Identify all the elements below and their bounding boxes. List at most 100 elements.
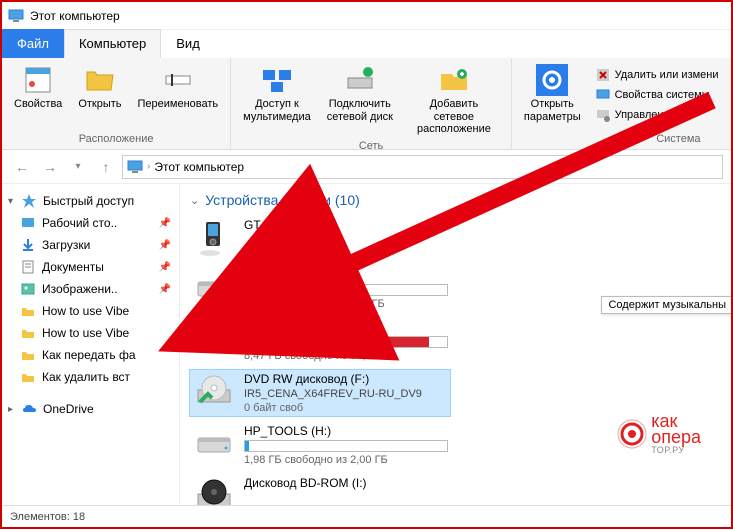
item-icon	[20, 259, 36, 275]
address-field[interactable]: › Этот компьютер	[122, 155, 723, 179]
add-network-icon	[438, 64, 470, 96]
drive-free: 8,47 ГБ свободно из 95,0 ГБ	[244, 350, 448, 362]
group-location-label: Расположение	[79, 133, 154, 145]
drive-item[interactable]: ten (C:)75,4 ГБ свободно из 133 ГБ	[190, 266, 450, 312]
drive-item[interactable]: Дисковод BD-ROM (I:)	[190, 474, 450, 505]
uninstall-icon	[595, 67, 611, 83]
address-bar: ← → ▾ ↑ › Этот компьютер	[2, 150, 731, 184]
open-button[interactable]: Открыть	[74, 62, 125, 113]
sidebar-item-label: Изображени..	[42, 282, 118, 296]
sidebar-item[interactable]: Изображени.. 📌	[2, 278, 179, 300]
pc-icon	[127, 159, 143, 175]
map-drive-button[interactable]: Подключить сетевой диск	[323, 62, 397, 125]
status-bar: Элементов: 18	[2, 505, 731, 527]
sidebar-onedrive[interactable]: ▸ OneDrive	[2, 398, 179, 420]
drive-icon	[192, 320, 236, 360]
usage-bar	[244, 284, 448, 296]
caret-down-icon: ⌄	[190, 194, 199, 207]
drive-item[interactable]: DVD RW дисковод (F:) IR5_CENA_X64FREV_RU-…	[190, 370, 450, 416]
item-count: Элементов: 18	[10, 511, 85, 523]
pin-icon: 📌	[159, 218, 171, 229]
sidebar-item[interactable]: How to use Vibe	[2, 322, 179, 344]
content-pane: ⌄ Устройства и диски (10) GT-I8160 ten (C…	[180, 184, 731, 505]
drive-name: DVD RW дисковод (F:)	[244, 372, 448, 386]
open-settings-button[interactable]: Открыть параметры	[520, 62, 585, 125]
sidebar-item-label: Документы	[42, 260, 104, 274]
sidebar-item[interactable]: Загрузки 📌	[2, 234, 179, 256]
drive-name: GT-I8160	[244, 218, 448, 232]
nav-up-button[interactable]: ↑	[94, 155, 118, 179]
item-icon	[20, 369, 36, 385]
pin-icon: 📌	[159, 284, 171, 295]
drive-item[interactable]: store (E:)8,47 ГБ свободно из 95,0 ГБ	[190, 318, 450, 364]
nav-history-button[interactable]: ▾	[66, 155, 90, 179]
ribbon-tabs: Файл Компьютер Вид	[2, 30, 731, 58]
watermark: как опера ТОР.РУ	[617, 413, 701, 455]
ribbon-group-system: Открыть параметры Удалить или измени Сво…	[512, 58, 729, 149]
pin-icon: 📌	[159, 262, 171, 273]
rename-button[interactable]: Переименовать	[134, 62, 223, 113]
sidebar-item[interactable]: How to use Vibe	[2, 300, 179, 322]
caret-right-icon: ▸	[8, 404, 13, 415]
devices-section-header[interactable]: ⌄ Устройства и диски (10)	[190, 192, 721, 208]
drive-icon	[192, 424, 236, 464]
sidebar-item-label: Как удалить вст	[42, 370, 130, 384]
sidebar-item-label: How to use Vibe	[42, 304, 129, 318]
sidebar-item[interactable]: Как передать фа	[2, 344, 179, 366]
ribbon: Свойства Открыть Переименовать Расположе…	[2, 58, 731, 150]
sidebar-item[interactable]: Как удалить вст	[2, 366, 179, 388]
sidebar: ▾ Быстрый доступ Рабочий сто.. 📌 Загрузки 📌…	[2, 184, 180, 505]
item-icon	[20, 325, 36, 341]
item-icon	[20, 347, 36, 363]
drive-icon	[192, 372, 236, 412]
add-network-button[interactable]: Добавить сетевое расположение	[405, 62, 503, 138]
breadcrumb-arrow-icon: ›	[147, 161, 150, 172]
nav-back-button[interactable]: ←	[10, 155, 34, 179]
address-path: Этот компьютер	[154, 160, 244, 174]
uninstall-button[interactable]: Удалить или измени	[593, 66, 721, 84]
explorer-body: ▾ Быстрый доступ Рабочий сто.. 📌 Загрузки 📌…	[2, 184, 731, 505]
watermark-icon	[617, 419, 647, 449]
drive-free: 0 байт своб	[244, 402, 448, 414]
drive-free: 1,98 ГБ свободно из 2,00 ГБ	[244, 454, 448, 466]
sidebar-quick-access[interactable]: ▾ Быстрый доступ	[2, 190, 179, 212]
item-icon	[20, 237, 36, 253]
drive-name: HP_TOOLS (H:)	[244, 424, 448, 438]
sidebar-item-label: Загрузки	[42, 238, 90, 252]
sidebar-item-label: How to use Vibe	[42, 326, 129, 340]
sidebar-item-label: Рабочий сто..	[42, 216, 117, 230]
properties-icon	[22, 64, 54, 96]
drive-item[interactable]: GT-I8160	[190, 216, 450, 260]
drive-icon	[192, 476, 236, 505]
manage-button[interactable]: Управление	[593, 106, 721, 124]
group-network-label: Сеть	[359, 140, 383, 152]
ribbon-group-network: Доступ к мультимедиа Подключить сетевой …	[231, 58, 512, 149]
sysprops-icon	[595, 87, 611, 103]
tab-file[interactable]: Файл	[2, 29, 64, 58]
tab-view[interactable]: Вид	[161, 29, 215, 58]
settings-icon	[536, 64, 568, 96]
map-drive-icon	[344, 64, 376, 96]
system-properties-button[interactable]: Свойства системы	[593, 86, 721, 104]
tab-computer[interactable]: Компьютер	[64, 29, 161, 58]
folder-open-icon	[84, 64, 116, 96]
pin-icon: 📌	[159, 240, 171, 251]
properties-button[interactable]: Свойства	[10, 62, 66, 113]
drive-item[interactable]: HP_TOOLS (H:) 1,98 ГБ свободно из 2,00 ГБ	[190, 422, 450, 468]
drives-grid: GT-I8160 ten (C:)75,4 ГБ свободно из 133 …	[190, 216, 721, 505]
sidebar-item[interactable]: Рабочий сто.. 📌	[2, 212, 179, 234]
sidebar-item[interactable]: Документы 📌	[2, 256, 179, 278]
nav-forward-button[interactable]: →	[38, 155, 62, 179]
drive-subtitle: IR5_CENA_X64FREV_RU-RU_DV9	[244, 388, 448, 400]
rename-icon	[162, 64, 194, 96]
media-access-button[interactable]: Доступ к мультимедиа	[239, 62, 315, 125]
item-icon	[20, 215, 36, 231]
sidebar-item-label: Как передать фа	[42, 348, 136, 362]
title-bar: Этот компьютер	[2, 2, 731, 30]
drive-icon	[192, 218, 236, 258]
star-icon	[21, 193, 37, 209]
drive-icon	[192, 268, 236, 308]
manage-icon	[595, 107, 611, 123]
drive-free: 75,4 ГБ свободно из 133 ГБ	[244, 298, 448, 310]
app-icon	[8, 8, 24, 24]
